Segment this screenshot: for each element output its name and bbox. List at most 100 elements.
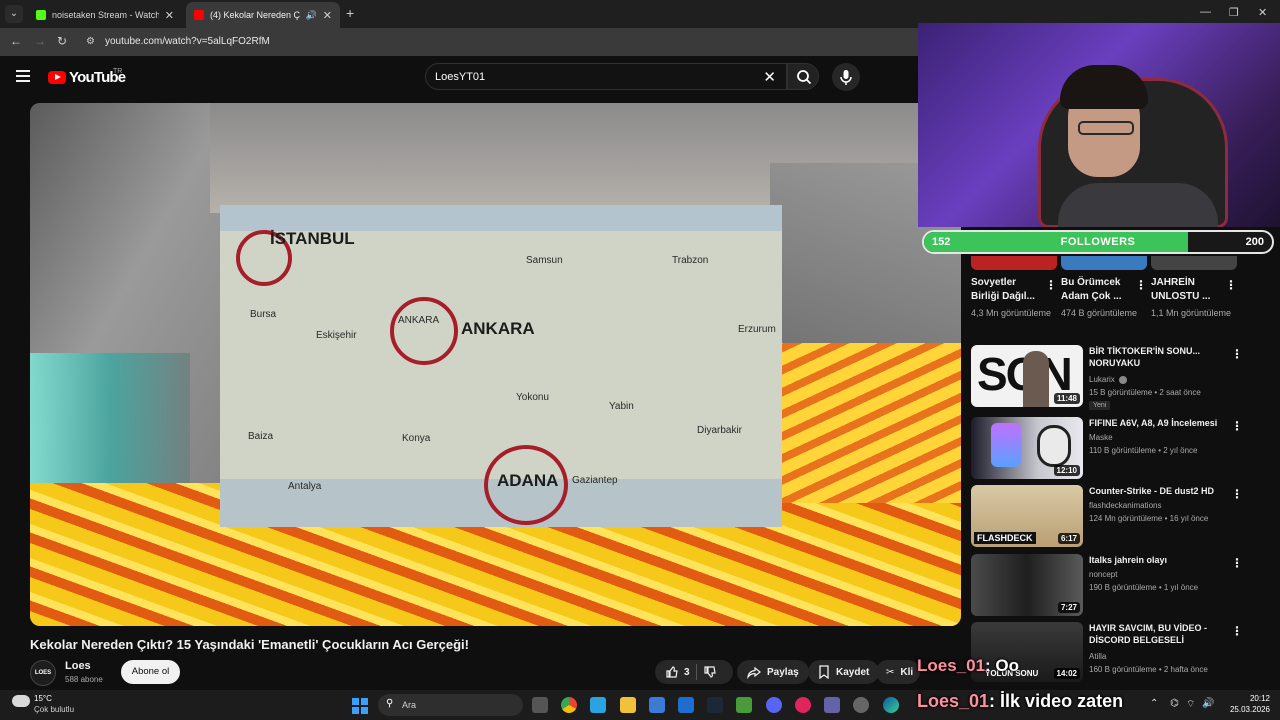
video-title: Counter-Strike - DE dust2 HD — [1089, 486, 1215, 496]
steam-icon[interactable] — [707, 697, 723, 713]
channel-avatar[interactable]: LOES — [30, 660, 56, 686]
tab-title: (4) Kekolar Nereden Çıktı? — [210, 10, 300, 20]
thumbnail-text: FLASHDECK — [974, 532, 1036, 544]
teams-icon[interactable] — [824, 697, 840, 713]
minecraft-icon[interactable] — [736, 697, 752, 713]
thumbs-up-icon — [666, 666, 678, 678]
follower-goal-label: FOLLOWERS — [1060, 236, 1136, 248]
channel-name[interactable]: Atilla — [1089, 652, 1106, 661]
mail-icon[interactable] — [678, 697, 694, 713]
discord-icon[interactable] — [766, 697, 782, 713]
volume-icon[interactable]: 🔊 — [1202, 698, 1214, 709]
recommended-video[interactable]: 7:27 Italks jahrein olayı noncept 190 B … — [971, 554, 1251, 616]
short-title: Bu Örümcek Adam Çok ... — [1061, 277, 1122, 302]
tab-youtube-video[interactable]: (4) Kekolar Nereden Çıktı? 🔊 ✕ — [186, 2, 340, 28]
clip-button[interactable]: ✂ Kli — [876, 660, 920, 684]
start-button[interactable] — [352, 698, 368, 714]
tab-search-button[interactable]: ⌄ — [5, 5, 23, 23]
wifi-icon[interactable]: ⌔ — [1186, 698, 1195, 711]
save-button[interactable]: Kaydet — [808, 660, 880, 684]
more-options-icon[interactable]: ⋮ — [1231, 556, 1243, 570]
edge-icon[interactable] — [883, 697, 899, 713]
more-options-icon[interactable]: ⋮ — [1231, 624, 1243, 638]
back-button[interactable]: ← — [10, 34, 22, 48]
more-options-icon[interactable]: ⋮ — [1225, 278, 1237, 292]
kick-favicon-icon — [36, 10, 46, 20]
channel-name[interactable]: Loes — [65, 660, 91, 672]
chat-username: Loes_01 — [917, 691, 990, 711]
store-icon[interactable] — [649, 697, 665, 713]
cloud-icon[interactable] — [12, 695, 30, 707]
video-thumbnail[interactable]: SON 11:48 — [971, 345, 1083, 407]
video-title: Kekolar Nereden Çıktı? 15 Yaşındaki 'Ema… — [30, 637, 469, 652]
minimize-button[interactable]: — — [1200, 6, 1211, 18]
reload-button[interactable]: ↻ — [57, 34, 67, 48]
site-info-icon[interactable]: ⚙ — [86, 36, 95, 47]
streamer-hair — [1060, 65, 1148, 109]
more-options-icon[interactable]: ⋮ — [1231, 347, 1243, 361]
share-button[interactable]: Paylaş — [737, 660, 809, 684]
city-label: Erzurum — [738, 324, 776, 335]
short-item[interactable]: Sovyetler Birliği Dağıl... 4,3 Mn görünt… — [971, 256, 1057, 320]
menu-icon[interactable] — [16, 70, 30, 85]
city-label: Eskişehir — [316, 330, 357, 341]
more-options-icon[interactable]: ⋮ — [1045, 278, 1057, 292]
clear-search-icon[interactable]: ✕ — [763, 68, 776, 86]
city-label: Bursa — [250, 309, 277, 320]
search-icon: ⚲ — [386, 698, 394, 709]
more-options-icon[interactable]: ⋮ — [1231, 487, 1243, 501]
video-title: FIFINE A6V, A8, A9 İncelemesi — [1089, 418, 1218, 428]
media-player-icon[interactable] — [795, 697, 811, 713]
network-icon[interactable]: ⌬ — [1170, 698, 1179, 709]
close-window-button[interactable]: ✕ — [1258, 6, 1267, 19]
short-item[interactable]: Bu Örümcek Adam Çok ... 474 B görüntülem… — [1061, 256, 1147, 320]
channel-name[interactable]: flashdeckanimations — [1089, 501, 1161, 510]
taskbar-search[interactable]: ⚲ Ara — [378, 694, 523, 716]
thumbs-down-icon[interactable] — [703, 665, 717, 679]
channel-name[interactable]: Maske — [1089, 433, 1113, 442]
recommended-video[interactable]: FLASHDECK 6:17 Counter-Strike - DE dust2… — [971, 485, 1251, 547]
task-view-icon[interactable] — [532, 697, 548, 713]
system-clock[interactable]: 20:12 25.03.2026 — [1218, 693, 1270, 715]
chat-message: Loes_01: İlk video zaten — [917, 691, 1123, 712]
more-options-icon[interactable]: ⋮ — [1135, 278, 1147, 292]
short-item[interactable]: JAHREİN UNLOSTU ... 1,1 Mn görüntüleme ⋮ — [1151, 256, 1237, 320]
new-tab-button[interactable]: + — [346, 5, 354, 21]
subscriber-count: 588 abone — [65, 675, 103, 684]
search-input[interactable]: LoesYT01 ✕ — [425, 63, 787, 90]
close-tab-icon[interactable]: ✕ — [165, 9, 174, 22]
like-button[interactable]: 3 — [665, 665, 690, 679]
restore-button[interactable]: ❐ — [1229, 6, 1239, 19]
recommended-video[interactable]: SON 11:48 BİR TİKTOKER'İN SONU... NORUYA… — [971, 345, 1251, 410]
share-label: Paylaş — [767, 666, 799, 678]
chrome-icon[interactable] — [561, 697, 577, 713]
short-thumbnail[interactable] — [1061, 256, 1147, 270]
monitor-icon[interactable] — [590, 697, 606, 713]
city-label: ANKARA — [398, 315, 440, 326]
url-field[interactable]: ⚙ youtube.com/watch?v=5alLqFO2RfM — [80, 32, 910, 52]
forward-button[interactable]: → — [34, 34, 46, 48]
close-tab-icon[interactable]: ✕ — [323, 9, 332, 22]
follower-goal-bar: FOLLOWERS 152 200 — [922, 230, 1274, 254]
more-options-icon[interactable]: ⋮ — [1231, 419, 1243, 433]
subscribe-button[interactable]: Abone ol — [121, 660, 180, 684]
tab-noisetaken-stream[interactable]: noisetaken Stream - Watch Live ✕ — [28, 2, 182, 28]
settings-app-icon[interactable] — [853, 697, 869, 713]
video-player[interactable]: İSTANBUL Samsun Trabzon Bursa Eskişehir … — [30, 103, 961, 626]
short-thumbnail[interactable] — [971, 256, 1057, 270]
search-button[interactable] — [787, 63, 819, 90]
city-label: Yokonu — [516, 392, 549, 403]
audio-playing-icon[interactable]: 🔊 — [306, 10, 317, 21]
share-icon — [747, 666, 761, 679]
glasses — [1078, 121, 1134, 135]
video-thumbnail[interactable]: 12:10 — [971, 417, 1083, 479]
video-thumbnail[interactable]: 7:27 — [971, 554, 1083, 616]
recommended-video[interactable]: 12:10 FIFINE A6V, A8, A9 İncelemesi Mask… — [971, 417, 1251, 479]
channel-name[interactable]: Lukarix — [1089, 375, 1128, 384]
file-explorer-icon[interactable] — [620, 697, 636, 713]
short-thumbnail[interactable] — [1151, 256, 1237, 270]
voice-search-button[interactable] — [832, 63, 860, 91]
video-thumbnail[interactable]: FLASHDECK 6:17 — [971, 485, 1083, 547]
channel-name[interactable]: noncept — [1089, 570, 1117, 579]
tray-expand-icon[interactable]: ⌃ — [1150, 698, 1158, 709]
